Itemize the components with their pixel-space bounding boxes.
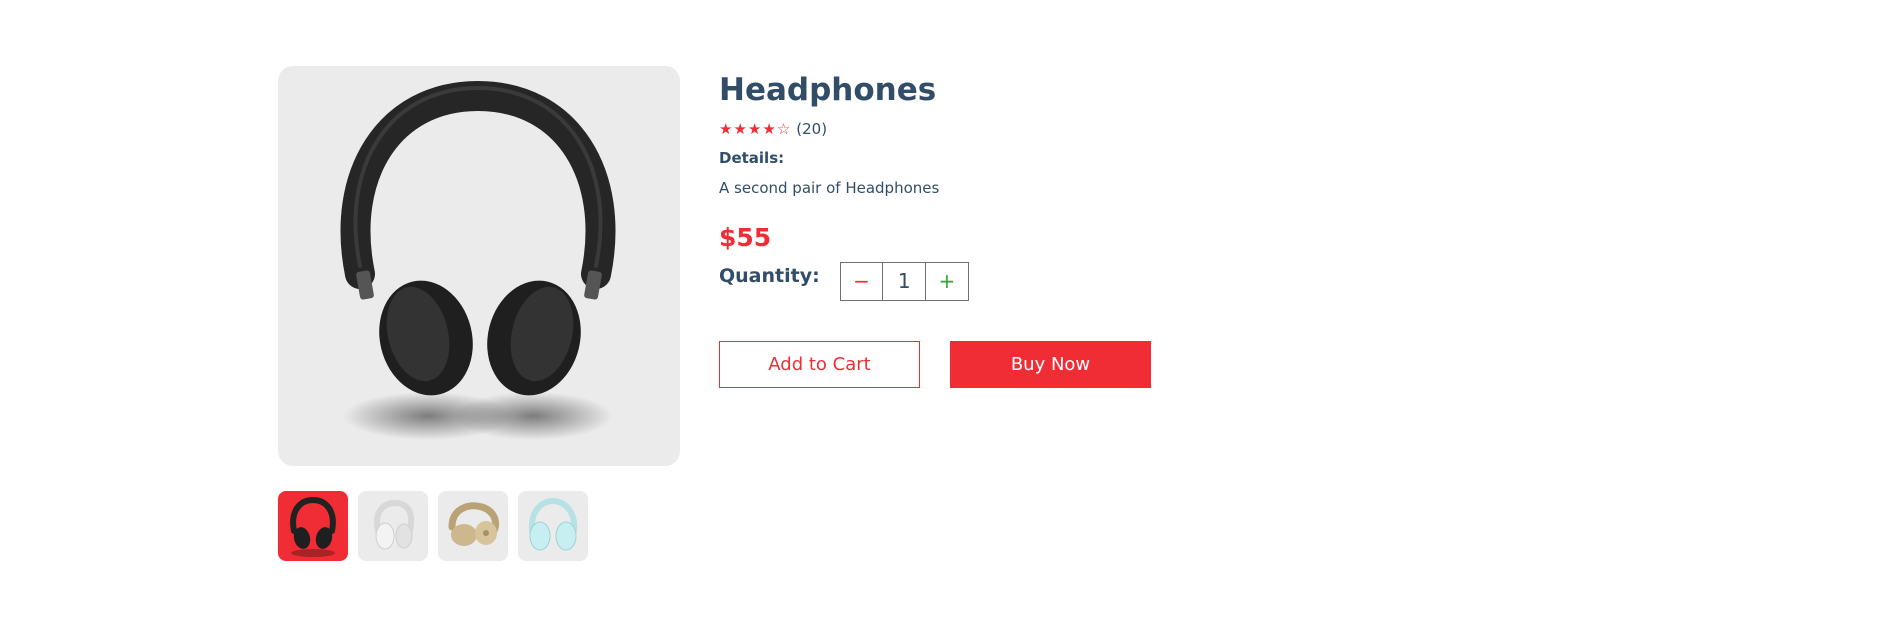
star-rating: ★ ★ ★ ★ ☆: [719, 119, 791, 138]
mint-headphones-thumbnail: [528, 497, 578, 551]
product-description: A second pair of Headphones: [719, 179, 940, 197]
thumbnail-white-headphones[interactable]: [358, 491, 428, 561]
quantity-label: Quantity:: [719, 264, 820, 287]
decrease-quantity-button[interactable]: −: [841, 262, 884, 301]
thumbnail-beige-headphones[interactable]: [438, 491, 508, 561]
star-filled-icon: ★: [762, 119, 776, 138]
review-count: (20): [796, 120, 828, 138]
main-product-image: [278, 66, 680, 466]
quantity-section: Quantity: − 1 +: [719, 262, 1151, 301]
product-title: Headphones: [719, 72, 937, 108]
star-filled-icon: ★: [719, 119, 733, 138]
star-filled-icon: ★: [733, 119, 747, 138]
product-details: Headphones ★ ★ ★ ★ ☆ (20) Details: A sec…: [719, 66, 1151, 388]
buy-now-button[interactable]: Buy Now: [950, 341, 1151, 388]
quantity-stepper: − 1 +: [839, 262, 969, 301]
thumbnail-black-headphones[interactable]: [278, 491, 348, 561]
star-filled-icon: ★: [747, 119, 762, 138]
beige-headphones-thumbnail: [448, 502, 499, 546]
thumbnail-mint-headphones[interactable]: [518, 491, 588, 561]
star-outline-icon: ☆: [776, 119, 791, 138]
increase-quantity-button[interactable]: +: [926, 262, 968, 301]
product-detail-page: Headphones ★ ★ ★ ★ ☆ (20) Details: A sec…: [0, 0, 1877, 617]
quantity-value: 1: [883, 262, 927, 301]
details-heading: Details:: [719, 149, 785, 167]
thumbnail-gallery: [278, 491, 588, 561]
add-to-cart-button[interactable]: Add to Cart: [719, 341, 920, 388]
product-price: $55: [719, 223, 772, 252]
black-headphones-thumbnail: [290, 496, 336, 557]
product-reviews: ★ ★ ★ ★ ☆ (20): [719, 118, 1151, 140]
action-buttons: Add to Cart Buy Now: [719, 341, 1151, 388]
white-headphones-thumbnail: [374, 499, 415, 550]
black-headphones-image: [340, 80, 616, 440]
